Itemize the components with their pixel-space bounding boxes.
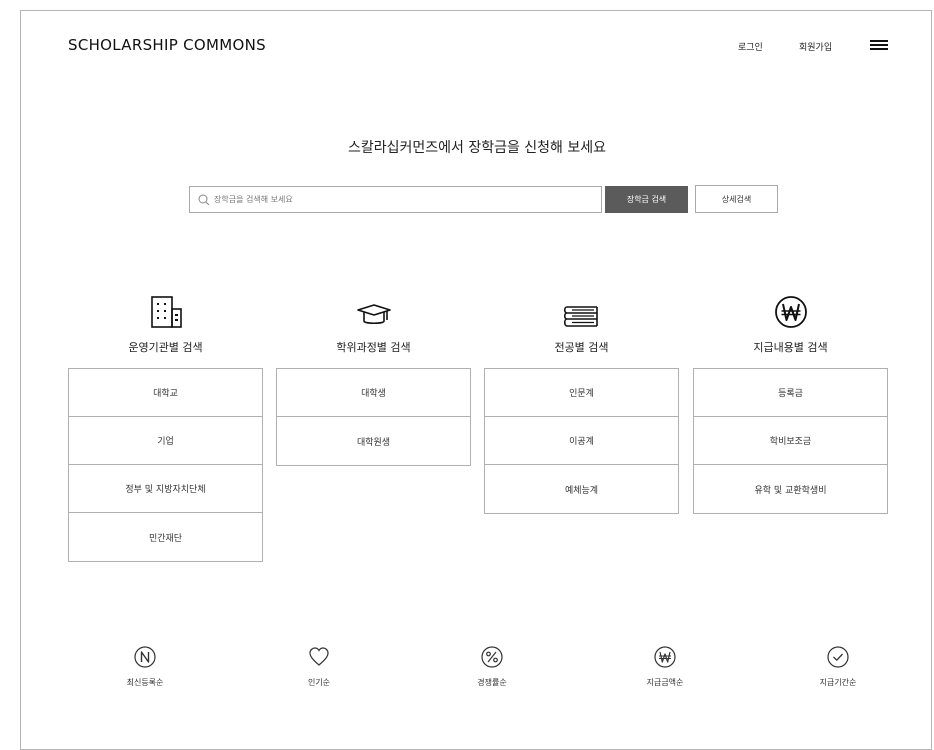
category-item-company[interactable]: 기업 [69,417,262,465]
graduation-cap-icon [356,304,391,325]
category-title: 지급내용별 검색 [753,341,828,354]
books-icon [563,306,598,327]
category-title: 전공별 검색 [554,341,609,354]
category-item-foundation[interactable]: 민간재단 [69,513,262,561]
signup-link[interactable]: 회원가입 [799,40,832,53]
scholarship-search-button[interactable]: 장학금 검색 [605,186,688,213]
sort-amount[interactable]: 지급금액순 [615,646,715,688]
check-circle-icon [827,646,849,668]
category-item-humanities[interactable]: 인문계 [485,369,678,417]
heart-icon [309,647,329,666]
search-input[interactable] [214,195,594,204]
category-major: 전공별 검색 인문계 이공계 예체능계 [484,289,679,514]
category-item-arts-sports[interactable]: 예체능계 [485,465,678,513]
won-icon [654,646,676,668]
page-headline: 스칼라십커먼즈에서 장학금을 신청해 보세요 [347,140,607,156]
won-icon [774,296,807,328]
category-item-university[interactable]: 대학교 [69,369,262,417]
search-box[interactable] [189,186,602,213]
category-item-government[interactable]: 정부 및 지방자치단체 [69,465,262,513]
page-frame: SCHOLARSHIP COMMONS 로그인 회원가입 스칼라십커먼즈에서 장… [20,10,932,750]
hamburger-menu-icon[interactable] [870,40,888,52]
sort-competition[interactable]: 경쟁률순 [442,646,542,688]
category-title: 운영기관별 검색 [128,341,203,354]
sort-label: 지급기간순 [819,678,857,687]
building-icon [150,296,182,328]
new-n-icon [134,646,156,668]
detail-search-button[interactable]: 상세검색 [695,185,778,213]
sort-label: 최신등록순 [126,678,164,687]
category-item-undergraduate[interactable]: 대학생 [277,369,470,417]
site-logo[interactable]: SCHOLARSHIP COMMONS [68,36,266,54]
sort-period[interactable]: 지급기간순 [788,646,888,688]
category-item-study-aid[interactable]: 학비보조금 [694,417,887,465]
search-icon [198,194,210,205]
sort-label: 지급금액순 [646,678,684,687]
category-degree: 학위과정별 검색 대학생 대학원생 [276,289,471,466]
login-link[interactable]: 로그인 [738,40,763,53]
category-item-graduate[interactable]: 대학원생 [277,417,470,465]
category-payment: 지급내용별 검색 등록금 학비보조금 유학 및 교환학생비 [693,289,888,514]
sort-label: 인기순 [307,678,331,687]
category-item-science-engineering[interactable]: 이공계 [485,417,678,465]
percent-icon [481,646,503,668]
category-title: 학위과정별 검색 [336,341,411,354]
category-item-exchange[interactable]: 유학 및 교환학생비 [694,465,887,513]
category-institution: 운영기관별 검색 대학교 기업 정부 및 지방자치단체 민간재단 [68,289,263,562]
sort-label: 경쟁률순 [477,678,507,687]
sort-latest[interactable]: 최신등록순 [95,646,195,688]
category-item-tuition[interactable]: 등록금 [694,369,887,417]
sort-popular[interactable]: 인기순 [269,646,369,688]
